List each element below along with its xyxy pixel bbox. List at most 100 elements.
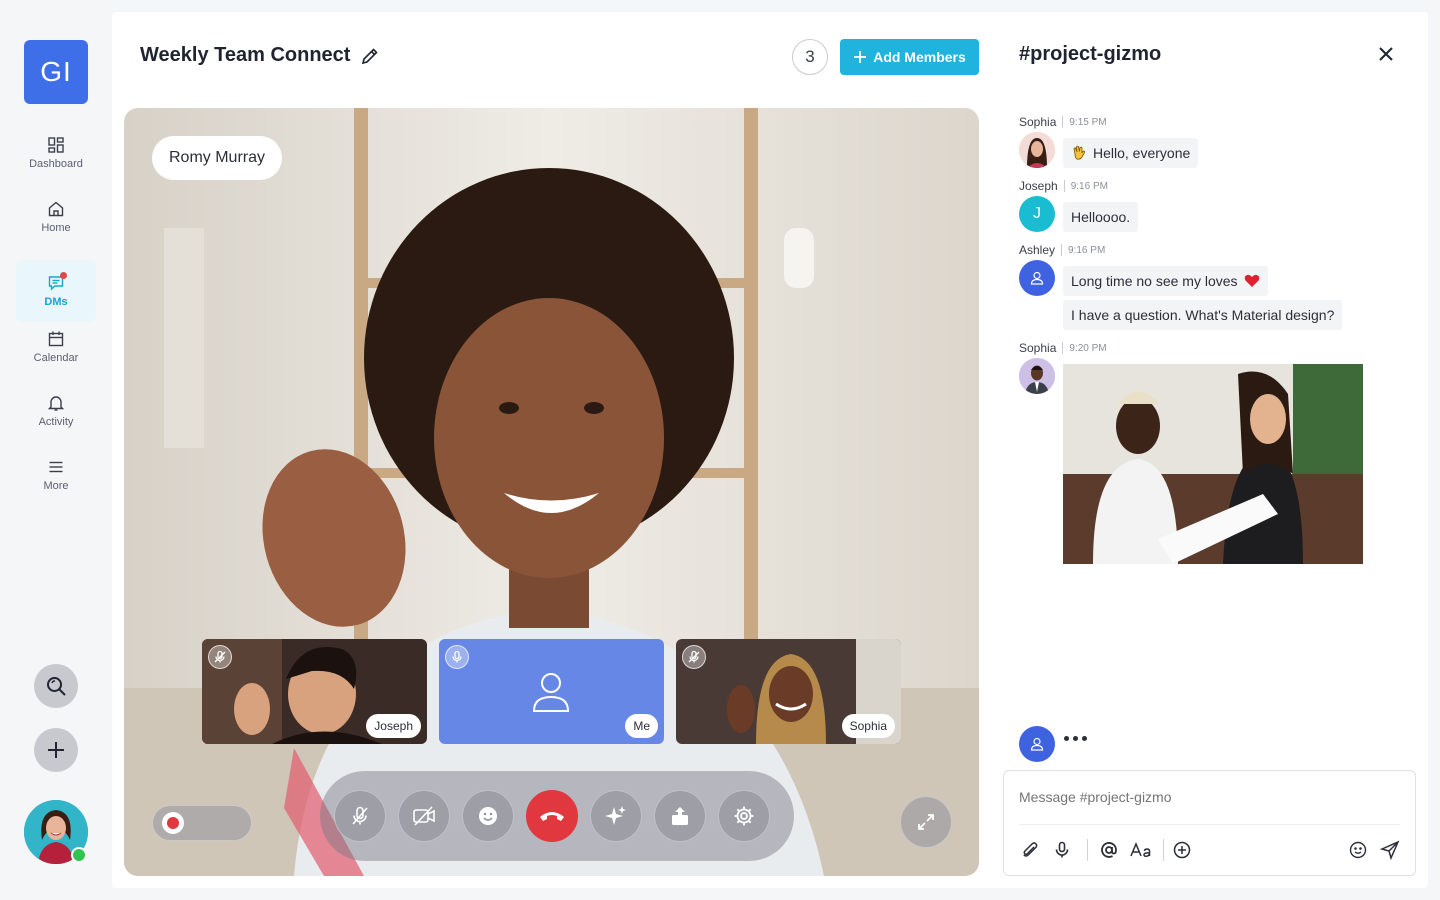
participant-count-badge[interactable]: 3 (792, 39, 828, 75)
recording-toggle[interactable] (152, 805, 252, 841)
fullscreen-button[interactable] (900, 796, 952, 848)
message-author: Sophia (1019, 341, 1057, 355)
voice-message-button[interactable] (1051, 839, 1073, 861)
participant-tile-me[interactable]: Me (439, 639, 664, 744)
message-meta: Ashley 9:16 PM (1019, 243, 1105, 257)
mention-button[interactable] (1098, 839, 1120, 861)
plus-circle-icon (1173, 841, 1191, 859)
add-members-button[interactable]: Add Members (840, 39, 979, 75)
reactions-button[interactable] (462, 790, 514, 842)
nav-label: DMs (44, 296, 68, 308)
user-placeholder-icon (532, 673, 570, 712)
search-button[interactable] (34, 664, 78, 708)
participant-name: Joseph (366, 714, 421, 738)
message-text: Hello, everyone (1093, 145, 1191, 161)
calendar-icon (48, 331, 64, 347)
typing-user-avatar (1019, 726, 1055, 762)
message-input[interactable] (1019, 789, 1399, 805)
paperclip-icon (1023, 842, 1038, 857)
mute-mic-button[interactable] (334, 790, 386, 842)
close-icon (1379, 47, 1393, 61)
avatar[interactable]: J (1019, 196, 1055, 232)
call-title: Weekly Team Connect (140, 44, 380, 67)
mic-off-icon (688, 650, 700, 663)
participant-name: Sophia (841, 714, 895, 738)
message-text: Long time no see my loves (1071, 273, 1238, 289)
sparkle-icon (605, 806, 626, 825)
text-format-button[interactable] (1130, 839, 1152, 861)
nav-dms[interactable]: DMs (16, 260, 96, 322)
avatar-initial: J (1033, 205, 1041, 222)
unread-dot (60, 272, 67, 279)
avatar-photo (1019, 132, 1055, 168)
main-video-stage: Romy Murray Joseph Me Sophia (124, 108, 979, 876)
mic-icon (1055, 841, 1069, 858)
channel-title: #project-gizmo (1019, 43, 1162, 65)
nav-activity[interactable]: Activity (16, 380, 96, 442)
close-chat-button[interactable] (1374, 42, 1398, 66)
user-icon (1030, 271, 1044, 285)
message-meta: Sophia 9:20 PM (1019, 341, 1107, 355)
camera-toggle-button[interactable] (398, 790, 450, 842)
workspace-logo[interactable]: GI (24, 40, 88, 104)
avatar[interactable] (1019, 260, 1055, 296)
send-button[interactable] (1379, 839, 1401, 861)
call-title-text: Weekly Team Connect (140, 44, 351, 66)
participant-tile-sophia[interactable]: Sophia (676, 639, 901, 744)
message-text: I have a question. What's Material desig… (1071, 307, 1335, 323)
create-button[interactable] (34, 728, 78, 772)
nav-more[interactable]: More (16, 444, 96, 506)
avatar[interactable] (1019, 132, 1055, 168)
add-attachment-button[interactable] (1171, 839, 1193, 861)
typing-indicator (1064, 736, 1087, 741)
message-author: Joseph (1019, 179, 1058, 193)
mic-icon (452, 650, 462, 663)
speaker-name-label: Romy Murray (152, 136, 283, 180)
message-composer (1003, 770, 1416, 876)
effects-button[interactable] (590, 790, 642, 842)
nav-dashboard[interactable]: Dashboard (16, 122, 96, 184)
message-time: 9:16 PM (1068, 244, 1106, 256)
edit-pencil-icon[interactable] (360, 46, 380, 66)
send-icon (1380, 840, 1400, 860)
nav-home[interactable]: Home (16, 186, 96, 248)
grid-icon (48, 137, 64, 153)
camera-off-icon (413, 806, 435, 826)
composer-divider (1019, 824, 1400, 825)
mic-muted-indicator (682, 645, 706, 669)
message-author: Ashley (1019, 243, 1056, 257)
message-bubble: I have a question. What's Material desig… (1063, 300, 1343, 330)
toolbar-divider (1087, 839, 1088, 861)
nav-label: More (43, 480, 69, 492)
message-author: Sophia (1019, 115, 1057, 129)
avatar[interactable] (1019, 358, 1055, 394)
message-text: Helloooo. (1071, 209, 1131, 225)
waving-hand-icon (1073, 145, 1086, 160)
nav-label: Activity (38, 416, 74, 428)
nav-calendar[interactable]: Calendar (16, 316, 96, 378)
shared-photo-attachment[interactable] (1063, 364, 1363, 564)
emoji-picker-button[interactable] (1347, 839, 1369, 861)
settings-button[interactable] (718, 790, 770, 842)
record-icon (162, 812, 184, 834)
message-time: 9:20 PM (1069, 342, 1107, 354)
share-screen-button[interactable] (654, 790, 706, 842)
message-bubble: Helloooo. (1063, 202, 1139, 232)
message-meta: Sophia 9:15 PM (1019, 115, 1107, 129)
plus-icon (48, 742, 64, 758)
message-bubble: Hello, everyone (1063, 138, 1199, 168)
mic-muted-indicator (208, 645, 232, 669)
attachment-photo (1063, 364, 1363, 564)
avatar-photo (1019, 358, 1055, 394)
search-icon (47, 677, 66, 696)
participant-tile-joseph[interactable]: Joseph (202, 639, 427, 744)
smiley-icon (1349, 841, 1367, 859)
participant-name: Me (625, 714, 658, 738)
gear-icon (734, 806, 754, 826)
attach-button[interactable] (1019, 839, 1041, 861)
end-call-button[interactable] (526, 790, 578, 842)
nav-label: Calendar (33, 352, 79, 364)
left-rail: GI Dashboard Home DMs Calendar Activity … (0, 0, 112, 900)
plus-icon (854, 51, 867, 63)
menu-icon (49, 461, 63, 473)
